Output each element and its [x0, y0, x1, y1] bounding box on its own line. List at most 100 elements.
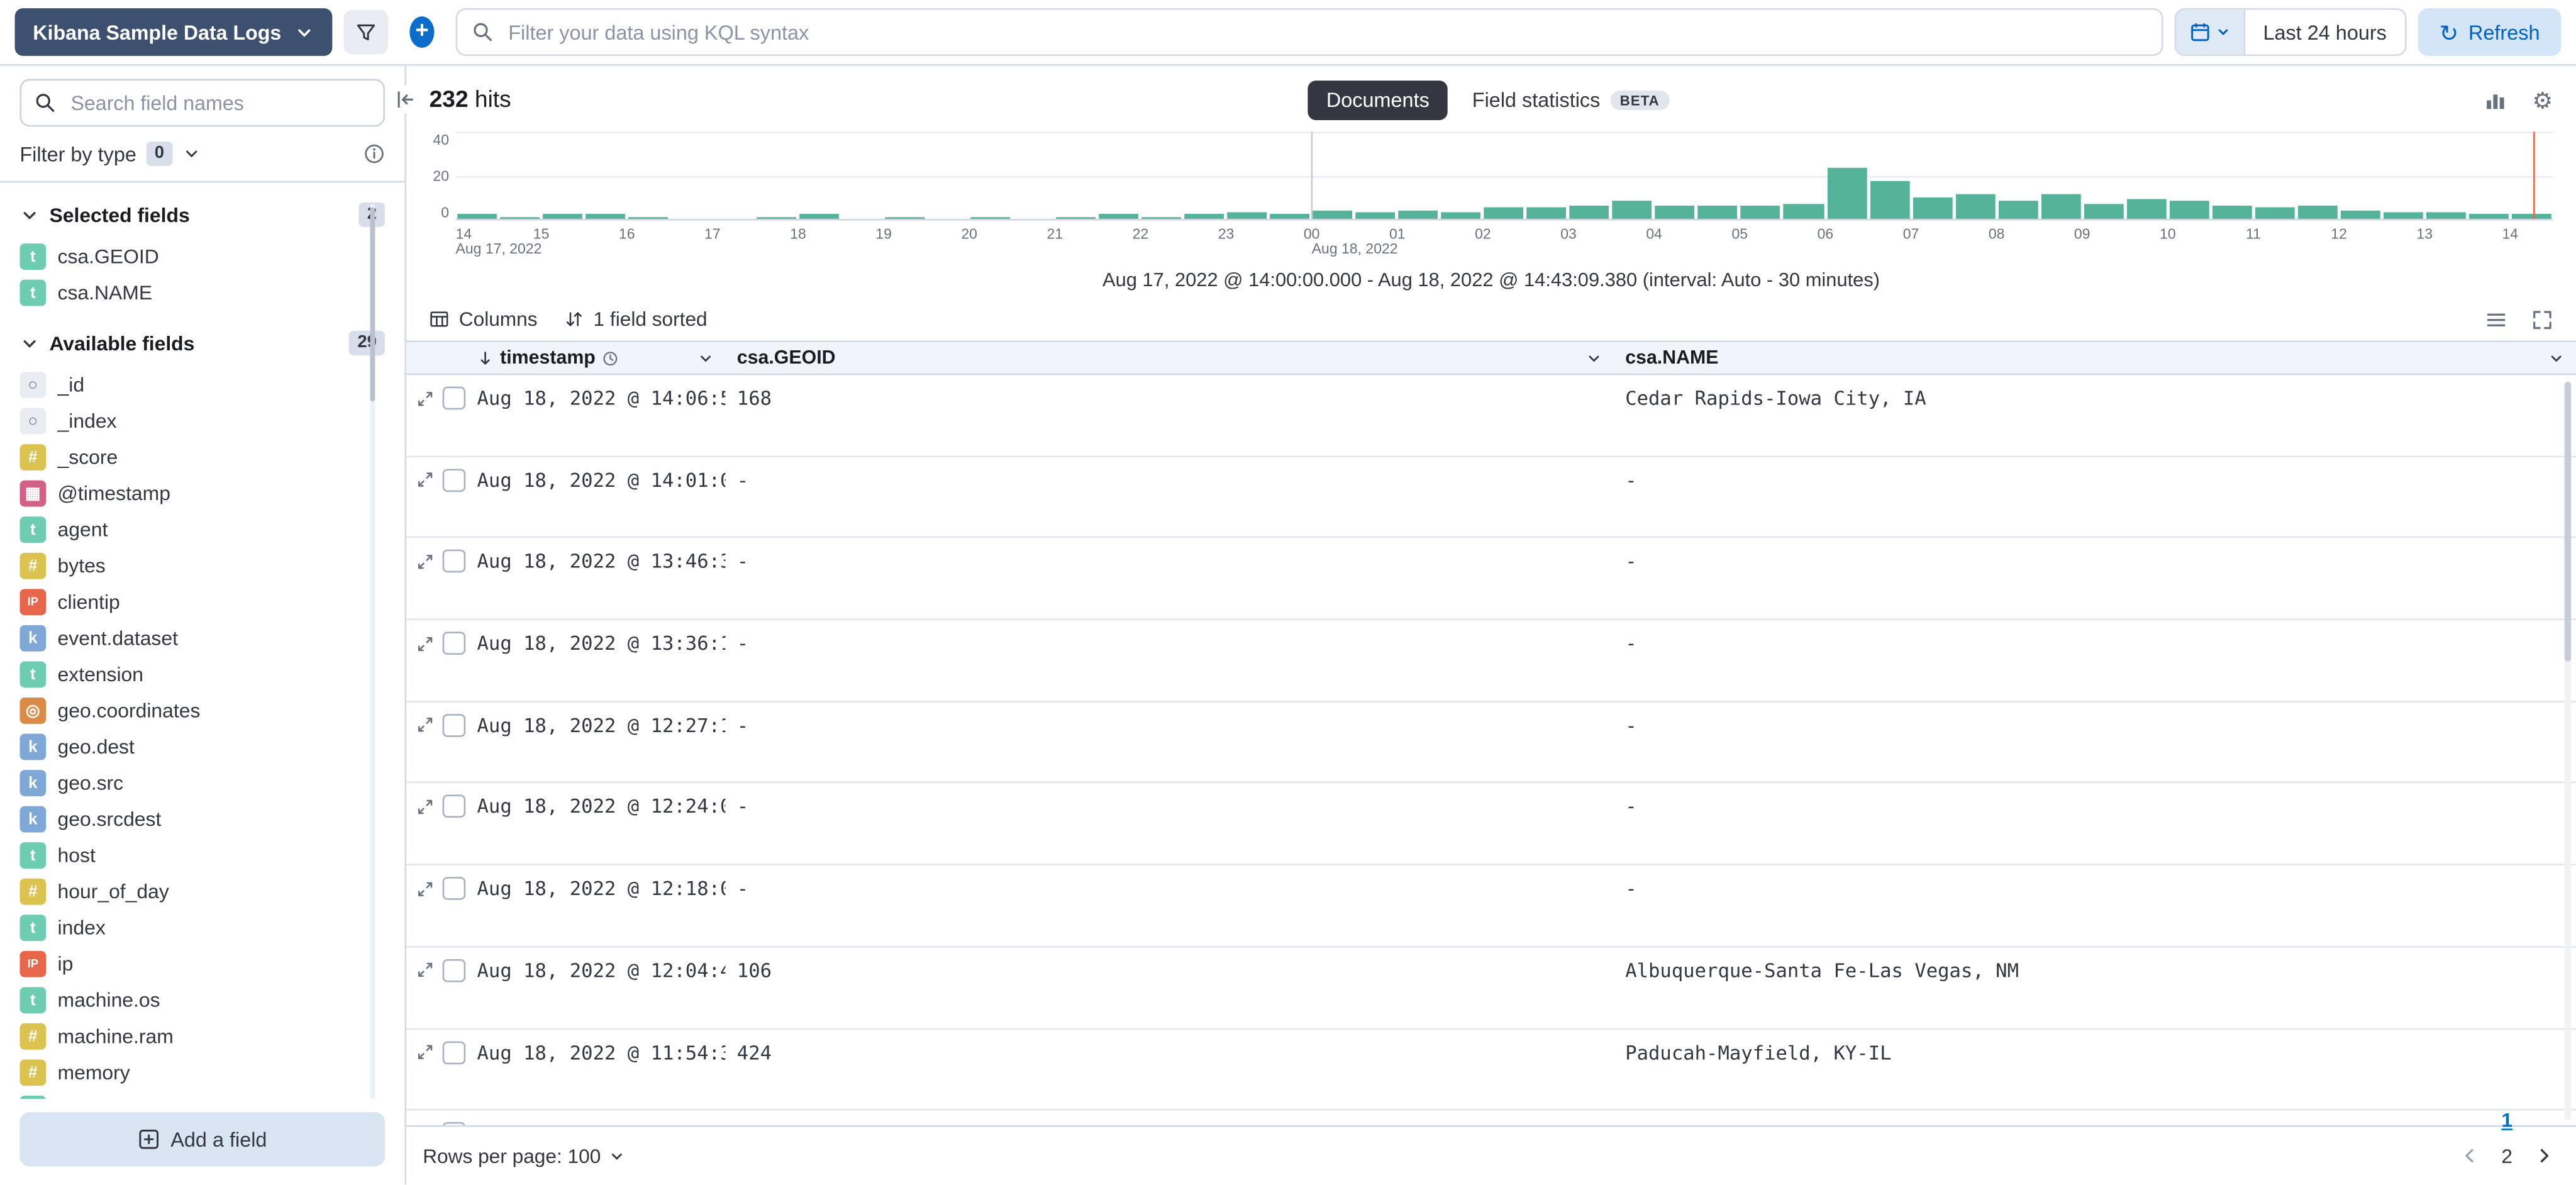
- expand-row-icon[interactable]: [416, 716, 435, 734]
- columns-button[interactable]: Columns: [430, 308, 538, 331]
- histogram-bar[interactable]: [1185, 214, 1224, 219]
- histogram-bar[interactable]: [586, 214, 625, 219]
- cell-timestamp[interactable]: Aug 18, 2022 @ 11:29:27.886: [465, 1111, 725, 1125]
- cell-csa-geoid[interactable]: 538: [725, 1111, 1613, 1125]
- field-item-hour-of-day[interactable]: #hour_of_day: [19, 874, 385, 910]
- field-item-csa-geoid[interactable]: tcsa.GEOID: [19, 238, 385, 275]
- row-checkbox[interactable]: [443, 877, 466, 900]
- histogram-bar[interactable]: [1613, 201, 1652, 219]
- cell-csa-name[interactable]: -: [1614, 538, 2576, 573]
- refresh-button[interactable]: ↻ Refresh: [2418, 8, 2562, 56]
- histogram-bar[interactable]: [457, 214, 497, 219]
- expand-row-icon[interactable]: [416, 553, 435, 571]
- field-section-header[interactable]: Selected fields2: [19, 203, 385, 227]
- time-range-button[interactable]: Last 24 hours: [2245, 10, 2405, 55]
- expand-row-icon[interactable]: [416, 634, 435, 652]
- field-item-message[interactable]: tmessage: [19, 1091, 385, 1099]
- field-item-geo-srcdest[interactable]: kgeo.srcdest: [19, 801, 385, 838]
- fullscreen-icon[interactable]: [2531, 308, 2553, 330]
- cell-csa-name[interactable]: Albuquerque-Santa Fe-Las Vegas, NM: [1614, 947, 2576, 982]
- histogram-bar[interactable]: [1998, 201, 2038, 219]
- expand-row-icon[interactable]: [416, 1043, 435, 1061]
- histogram-bar[interactable]: [2084, 203, 2123, 219]
- cell-csa-name[interactable]: -: [1614, 702, 2576, 737]
- histogram-bar[interactable]: [1741, 206, 1781, 219]
- histogram-bar[interactable]: [886, 216, 925, 219]
- histogram-bar[interactable]: [1527, 208, 1567, 219]
- field-search-input[interactable]: [67, 90, 370, 116]
- cell-csa-name[interactable]: -: [1614, 620, 2576, 655]
- column-header-csa-name[interactable]: csa.NAME: [1614, 342, 2576, 374]
- saved-queries-button[interactable]: [344, 10, 389, 55]
- cell-timestamp[interactable]: Aug 18, 2022 @ 13:46:36.315: [465, 538, 725, 573]
- filter-by-type-button[interactable]: Filter by type 0: [19, 142, 200, 166]
- expand-row-icon[interactable]: [416, 798, 435, 816]
- field-item-bytes[interactable]: #bytes: [19, 548, 385, 584]
- field-item-event-dataset[interactable]: kevent.dataset: [19, 620, 385, 657]
- field-item-extension[interactable]: textension: [19, 657, 385, 693]
- info-icon[interactable]: [364, 143, 385, 165]
- column-header-timestamp[interactable]: timestamp: [465, 342, 725, 374]
- row-checkbox[interactable]: [443, 714, 466, 737]
- row-checkbox[interactable]: [443, 387, 466, 410]
- histogram-bar[interactable]: [1655, 206, 1695, 219]
- field-item--score[interactable]: #_score: [19, 439, 385, 476]
- histogram-bar[interactable]: [2511, 214, 2551, 219]
- cell-csa-geoid[interactable]: -: [725, 865, 1613, 900]
- cell-csa-name[interactable]: Tulsa-Muskogee-Bartlesville, OK: [1614, 1111, 2576, 1125]
- kql-search-input[interactable]: [505, 19, 2146, 45]
- histogram-bar[interactable]: [1870, 181, 1909, 219]
- next-page-button[interactable]: [2528, 1147, 2560, 1165]
- row-checkbox[interactable]: [443, 632, 466, 655]
- histogram-bar[interactable]: [2340, 210, 2380, 219]
- histogram-bar[interactable]: [2297, 206, 2337, 219]
- cell-timestamp[interactable]: Aug 18, 2022 @ 12:04:41.998: [465, 947, 725, 982]
- histogram-bar[interactable]: [2468, 214, 2508, 219]
- field-item-clientip[interactable]: IPclientip: [19, 584, 385, 621]
- histogram-bar[interactable]: [971, 216, 1011, 219]
- cell-csa-name[interactable]: -: [1614, 457, 2576, 491]
- histogram-bar[interactable]: [1784, 203, 1824, 219]
- field-item-index[interactable]: tindex: [19, 910, 385, 946]
- grid-scrollbar[interactable]: [2565, 382, 2571, 1120]
- histogram-bar[interactable]: [1399, 210, 1438, 219]
- cell-csa-geoid[interactable]: -: [725, 702, 1613, 737]
- chart-options-icon[interactable]: [2485, 89, 2508, 112]
- histogram-bar[interactable]: [2169, 201, 2209, 219]
- cell-csa-geoid[interactable]: 424: [725, 1029, 1613, 1064]
- field-item-machine-ram[interactable]: #machine.ram: [19, 1018, 385, 1055]
- cell-csa-geoid[interactable]: -: [725, 538, 1613, 573]
- field-item-host[interactable]: thost: [19, 837, 385, 874]
- histogram-bar[interactable]: [1228, 212, 1267, 219]
- cell-csa-geoid[interactable]: 168: [725, 375, 1613, 409]
- chart-plot-area[interactable]: [456, 131, 2553, 220]
- histogram-bar[interactable]: [1313, 210, 1353, 219]
- expand-row-icon[interactable]: [416, 879, 435, 898]
- cell-csa-name[interactable]: -: [1614, 784, 2576, 818]
- cell-csa-geoid[interactable]: 106: [725, 947, 1613, 982]
- previous-page-button[interactable]: [2454, 1147, 2485, 1165]
- histogram-bar[interactable]: [2041, 194, 2080, 219]
- display-density-icon[interactable]: [2485, 308, 2507, 330]
- histogram-bar[interactable]: [800, 214, 840, 219]
- field-item--timestamp[interactable]: ▦@timestamp: [19, 476, 385, 512]
- histogram-bar[interactable]: [543, 214, 582, 219]
- tab-documents[interactable]: Documents: [1308, 81, 1447, 120]
- histogram-bar[interactable]: [2383, 212, 2423, 219]
- row-checkbox[interactable]: [443, 959, 466, 982]
- add-filter-button[interactable]: +: [400, 10, 445, 55]
- tab-field-statistics[interactable]: Field statistics BETA: [1454, 81, 1687, 120]
- row-checkbox[interactable]: [443, 550, 466, 574]
- cell-timestamp[interactable]: Aug 18, 2022 @ 14:06:51.816: [465, 375, 725, 409]
- histogram-bar[interactable]: [1142, 216, 1182, 219]
- cell-csa-geoid[interactable]: -: [725, 784, 1613, 818]
- field-item-agent[interactable]: tagent: [19, 511, 385, 548]
- histogram-bar[interactable]: [1356, 212, 1396, 219]
- histogram-bar[interactable]: [1913, 197, 1952, 219]
- histogram-bar[interactable]: [2426, 212, 2465, 219]
- field-sorted-button[interactable]: 1 field sorted: [564, 308, 707, 331]
- histogram-bar[interactable]: [1441, 212, 1481, 219]
- field-item--index[interactable]: ○_index: [19, 403, 385, 440]
- histogram-bar[interactable]: [628, 216, 668, 219]
- page-button-2[interactable]: 2: [2489, 1138, 2525, 1174]
